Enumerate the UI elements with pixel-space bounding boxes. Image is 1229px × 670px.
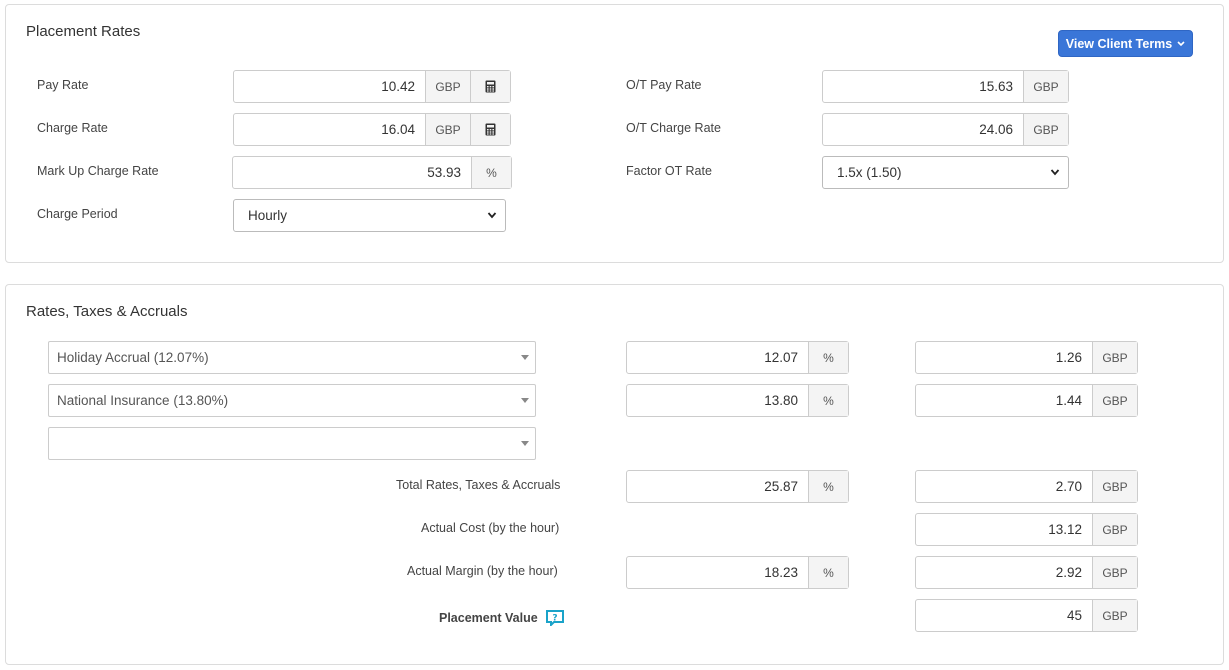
percent-addon: % [808,557,848,588]
percent-addon: % [808,342,848,373]
currency-addon: GBP [1092,385,1137,416]
actual-margin-percent-group: 18.23 % [626,556,849,589]
national-insurance-percent-input[interactable]: 13.80 [627,385,808,416]
calculator-icon [485,80,496,93]
ot-pay-rate-input[interactable]: 15.63 [823,71,1023,102]
total-amount-group: 2.70 GBP [915,470,1138,503]
actual-cost-label: Actual Cost (by the hour) [421,521,560,535]
view-client-terms-button[interactable]: View Client Terms [1058,30,1193,57]
tax-select-national-insurance[interactable]: National Insurance (13.80%) [48,384,536,417]
tax-select-label: National Insurance (13.80%) [57,393,229,408]
tax-select-empty[interactable] [48,427,536,460]
national-insurance-amount-input[interactable]: 1.44 [916,385,1092,416]
placement-value-amount-group: 45 GBP [915,599,1138,632]
ot-charge-rate-currency: GBP [1023,114,1068,145]
actual-margin-amount-input[interactable]: 2.92 [916,557,1092,588]
actual-margin-amount-group: 2.92 GBP [915,556,1138,589]
pay-rate-label: Pay Rate [37,78,89,92]
rates-taxes-title: Rates, Taxes & Accruals [26,303,188,320]
holiday-accrual-amount-group: 1.26 GBP [915,341,1138,374]
placement-value-label: Placement Value [439,611,538,625]
ot-charge-rate-input[interactable]: 24.06 [823,114,1023,145]
actual-cost-amount-input[interactable]: 13.12 [916,514,1092,545]
factor-ot-rate-label: Factor OT Rate [626,164,712,178]
currency-addon: GBP [1092,471,1137,502]
percent-addon: % [808,385,848,416]
pay-rate-calculator-button[interactable] [470,71,510,102]
actual-cost-amount-group: 13.12 GBP [915,513,1138,546]
actual-margin-label: Actual Margin (by the hour) [407,564,558,578]
ot-charge-rate-label: O/T Charge Rate [626,121,721,135]
charge-rate-input-group: 16.04 GBP [233,113,511,146]
caret-down-icon [521,441,529,446]
currency-addon: GBP [1092,557,1137,588]
placement-value-amount-input[interactable]: 45 [916,600,1092,631]
view-client-terms-label: View Client Terms [1065,36,1173,51]
caret-down-icon [521,398,529,403]
national-insurance-amount-group: 1.44 GBP [915,384,1138,417]
tax-select-holiday-accrual[interactable]: Holiday Accrual (12.07%) [48,341,536,374]
factor-ot-rate-value: 1.5x (1.50) [837,165,902,180]
ot-pay-rate-input-group: 15.63 GBP [822,70,1069,103]
markup-percent-addon: % [471,157,511,188]
total-percent-input[interactable]: 25.87 [627,471,808,502]
holiday-accrual-percent-group: 12.07 % [626,341,849,374]
holiday-accrual-percent-input[interactable]: 12.07 [627,342,808,373]
ot-pay-rate-currency: GBP [1023,71,1068,102]
total-amount-input[interactable]: 2.70 [916,471,1092,502]
holiday-accrual-amount-input[interactable]: 1.26 [916,342,1092,373]
caret-down-icon [521,355,529,360]
pay-rate-input-group: 10.42 GBP [233,70,511,103]
total-percent-group: 25.87 % [626,470,849,503]
chevron-down-icon [1177,40,1185,46]
charge-rate-calculator-button[interactable] [470,114,510,145]
chevron-down-icon [1050,169,1060,176]
charge-rate-input[interactable]: 16.04 [234,114,425,145]
national-insurance-percent-group: 13.80 % [626,384,849,417]
markup-input-group: 53.93 % [232,156,512,189]
currency-addon: GBP [1092,514,1137,545]
charge-period-label: Charge Period [37,207,118,221]
factor-ot-rate-select[interactable]: 1.5x (1.50) [822,156,1069,189]
charge-rate-label: Charge Rate [37,121,108,135]
placement-rates-title: Placement Rates [26,23,141,40]
pay-rate-currency: GBP [425,71,470,102]
actual-margin-percent-input[interactable]: 18.23 [627,557,808,588]
ot-pay-rate-label: O/T Pay Rate [626,78,702,92]
currency-addon: GBP [1092,600,1137,631]
help-icon[interactable]: ? [546,610,564,626]
currency-addon: GBP [1092,342,1137,373]
calculator-icon [485,123,496,136]
charge-period-select[interactable]: Hourly [233,199,506,232]
ot-charge-rate-input-group: 24.06 GBP [822,113,1069,146]
svg-text:?: ? [552,614,557,624]
percent-addon: % [808,471,848,502]
charge-rate-currency: GBP [425,114,470,145]
tax-select-label: Holiday Accrual (12.07%) [57,350,209,365]
total-rates-label: Total Rates, Taxes & Accruals [396,478,561,492]
charge-period-value: Hourly [248,208,288,223]
pay-rate-input[interactable]: 10.42 [234,71,425,102]
markup-charge-rate-label: Mark Up Charge Rate [37,164,159,178]
markup-charge-rate-input[interactable]: 53.93 [233,157,471,188]
chevron-down-icon [487,212,497,219]
